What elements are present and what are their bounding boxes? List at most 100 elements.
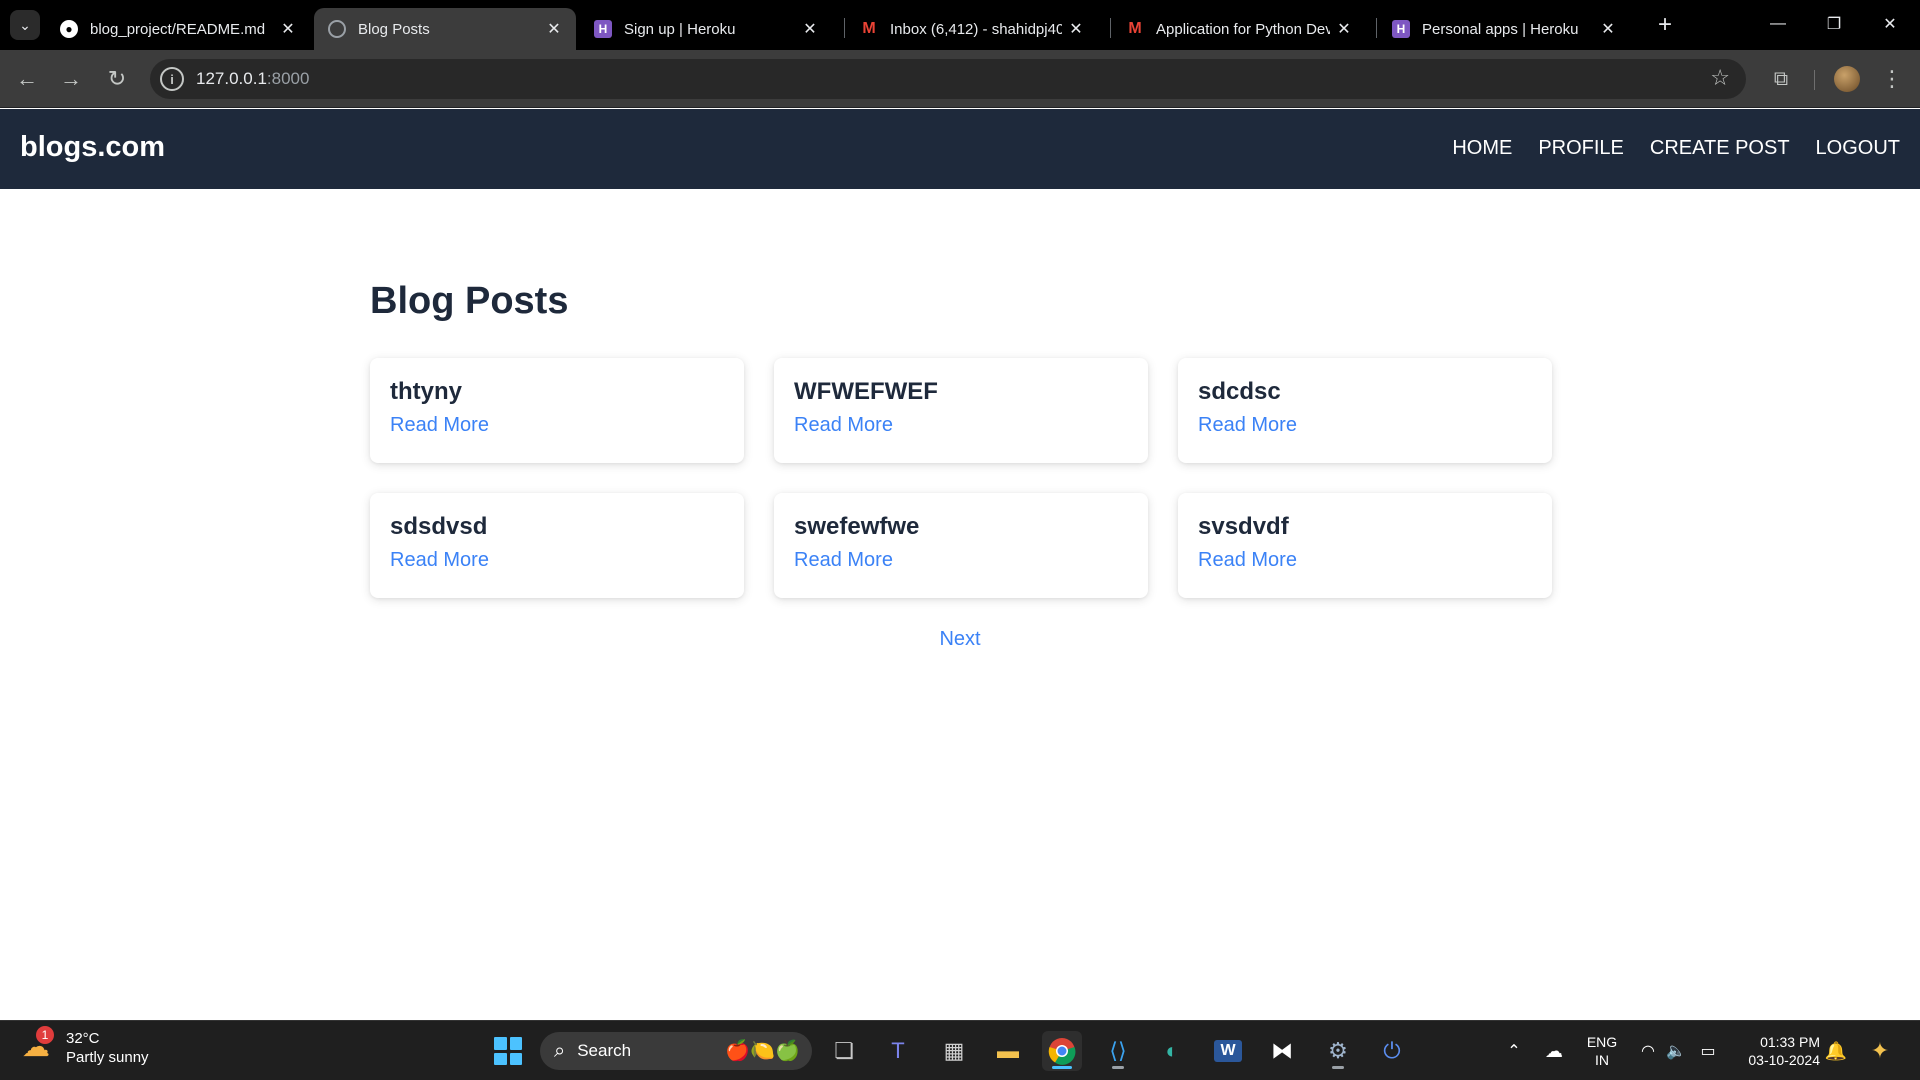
back-button[interactable]: ← xyxy=(10,62,44,96)
power-app-icon[interactable]: ⏻ xyxy=(1372,1031,1412,1071)
minimize-icon: — xyxy=(1770,15,1786,32)
post-title: thtyny xyxy=(390,378,462,405)
minimize-button[interactable]: — xyxy=(1750,8,1806,40)
posts-grid: thtyny Read More WFWEFWEF Read More sdcd… xyxy=(370,358,1552,598)
notification-bell-icon[interactable]: 🔔 xyxy=(1816,1031,1856,1071)
clock[interactable]: 01:33 PM 03-10-2024 xyxy=(1740,1033,1820,1069)
reload-button[interactable]: ↻ xyxy=(100,62,134,96)
edge-icon[interactable]: ◐ xyxy=(1152,1031,1192,1071)
browser-tab[interactable]: H Personal apps | Heroku ✕ xyxy=(1378,8,1630,50)
arrow-right-icon: → xyxy=(60,66,82,91)
onedrive-cloud-icon[interactable]: ☁ xyxy=(1534,1031,1574,1071)
tab-separator xyxy=(1110,18,1111,38)
nav-link-logout[interactable]: LOGOUT xyxy=(1816,137,1900,160)
heroku-icon: H xyxy=(1392,20,1410,38)
next-page-link[interactable]: Next xyxy=(939,628,980,650)
close-window-button[interactable]: ✕ xyxy=(1862,8,1918,40)
capcut-icon[interactable]: ⧓ xyxy=(1262,1031,1302,1071)
url-text[interactable]: 127.0.0.1:8000 xyxy=(196,69,309,89)
post-card: thtyny Read More xyxy=(370,358,744,463)
close-tab-icon[interactable]: ✕ xyxy=(540,19,568,39)
weather-text: 32°C Partly sunny xyxy=(66,1029,149,1067)
reload-icon: ↻ xyxy=(107,66,127,91)
taskbar-search[interactable]: ⌕ Search 🍎🍋🍏 xyxy=(540,1032,812,1070)
read-more-link[interactable]: Read More xyxy=(1198,549,1532,572)
post-title: sdsdvsd xyxy=(390,513,488,540)
browser-menu-icon[interactable]: ⋮ xyxy=(1880,64,1904,94)
start-button[interactable] xyxy=(488,1031,528,1071)
heroku-icon: H xyxy=(594,20,612,38)
task-view-icon[interactable]: ❏ xyxy=(824,1031,864,1071)
vscode-icon[interactable]: ⟨⟩ xyxy=(1098,1031,1138,1071)
read-more-link[interactable]: Read More xyxy=(390,414,724,437)
read-more-link[interactable]: Read More xyxy=(1198,414,1532,437)
tab-separator xyxy=(1376,18,1377,38)
windows-logo-icon xyxy=(494,1037,522,1065)
post-title: sdcdsc xyxy=(1198,378,1281,405)
browser-tab-active[interactable]: Blog Posts ✕ xyxy=(314,8,576,50)
partly-sunny-icon: ☁ 1 xyxy=(22,1026,58,1066)
word-icon[interactable]: W xyxy=(1208,1031,1248,1071)
clock-date: 03-10-2024 xyxy=(1748,1052,1820,1068)
file-explorer-icon[interactable]: ▬ xyxy=(988,1031,1028,1071)
chevron-up-icon[interactable]: ⌃ xyxy=(1494,1031,1534,1071)
read-more-link[interactable]: Read More xyxy=(794,414,1128,437)
copilot-icon[interactable]: ✦ xyxy=(1860,1031,1900,1071)
browser-tab[interactable]: H Sign up | Heroku ✕ xyxy=(580,8,832,50)
post-title: svsdvdf xyxy=(1198,513,1289,540)
browser-tab-strip: ⌄ ● blog_project/README.md ✕ Blog Posts … xyxy=(0,0,1920,50)
close-tab-icon[interactable]: ✕ xyxy=(1594,19,1622,39)
read-more-link[interactable]: Read More xyxy=(390,549,724,572)
plus-icon: + xyxy=(1657,11,1672,38)
teams-icon[interactable]: T xyxy=(878,1031,918,1071)
gmail-icon: M xyxy=(1128,20,1142,37)
github-icon: ● xyxy=(60,20,78,38)
nav-link-create-post[interactable]: CREATE POST xyxy=(1650,137,1790,160)
language-indicator[interactable]: ENG IN xyxy=(1584,1033,1620,1069)
bookmark-star-icon[interactable]: ☆ xyxy=(1710,65,1730,91)
close-tab-icon[interactable]: ✕ xyxy=(796,19,824,39)
running-indicator xyxy=(1112,1066,1124,1069)
browser-tab[interactable]: ● blog_project/README.md ✕ xyxy=(46,8,310,50)
browser-tab[interactable]: M Inbox (6,412) - shahidpj40 ✕ xyxy=(846,8,1098,50)
main-content: Blog Posts thtyny Read More WFWEFWEF Rea… xyxy=(370,280,1552,650)
profile-avatar[interactable] xyxy=(1834,66,1860,92)
globe-icon xyxy=(328,20,346,38)
post-card: swefewfwe Read More xyxy=(774,493,1148,598)
running-indicator xyxy=(1052,1066,1072,1069)
site-info-icon[interactable]: i xyxy=(160,67,184,91)
battery-icon[interactable]: ▭ xyxy=(1688,1031,1728,1071)
post-card: WFWEFWEF Read More xyxy=(774,358,1148,463)
chrome-icon[interactable] xyxy=(1042,1031,1082,1071)
weather-description: Partly sunny xyxy=(66,1049,149,1066)
tab-separator xyxy=(844,18,845,38)
search-icon: ⌕ xyxy=(554,1039,566,1062)
chevron-down-icon: ⌄ xyxy=(19,16,31,33)
browser-toolbar: ← → ↻ i 127.0.0.1:8000 ☆ ⧉ ⋮ xyxy=(0,50,1920,108)
close-tab-icon[interactable]: ✕ xyxy=(1062,19,1090,39)
settings-gear-icon[interactable]: ⚙ xyxy=(1318,1031,1358,1071)
running-indicator xyxy=(1332,1066,1344,1069)
gmail-icon: M xyxy=(862,20,876,37)
nav-link-home[interactable]: HOME xyxy=(1452,137,1512,160)
forward-button[interactable]: → xyxy=(54,62,88,96)
pagination: Next xyxy=(370,628,1550,651)
restore-button[interactable]: ❐ xyxy=(1806,8,1862,40)
read-more-link[interactable]: Read More xyxy=(794,549,1128,572)
browser-tab[interactable]: M Application for Python Dev ✕ xyxy=(1112,8,1366,50)
site-brand[interactable]: blogs.com xyxy=(20,131,165,164)
close-tab-icon[interactable]: ✕ xyxy=(274,19,302,39)
tab-search-button[interactable]: ⌄ xyxy=(10,10,40,40)
address-bar[interactable]: i 127.0.0.1:8000 ☆ xyxy=(150,59,1746,99)
search-highlight-icon: 🍎🍋🍏 xyxy=(725,1040,800,1062)
new-tab-button[interactable]: + xyxy=(1650,10,1680,40)
weather-temperature: 32°C xyxy=(66,1030,100,1047)
close-tab-icon[interactable]: ✕ xyxy=(1330,19,1358,39)
microsoft-store-icon[interactable]: ▦ xyxy=(934,1031,974,1071)
extensions-icon[interactable]: ⧉ xyxy=(1766,64,1796,94)
weather-widget[interactable]: ☁ 1 32°C Partly sunny xyxy=(22,1026,149,1067)
arrow-left-icon: ← xyxy=(16,66,38,91)
post-card: svsdvdf Read More xyxy=(1178,493,1552,598)
nav-link-profile[interactable]: PROFILE xyxy=(1538,137,1624,160)
restore-icon: ❐ xyxy=(1826,16,1842,33)
